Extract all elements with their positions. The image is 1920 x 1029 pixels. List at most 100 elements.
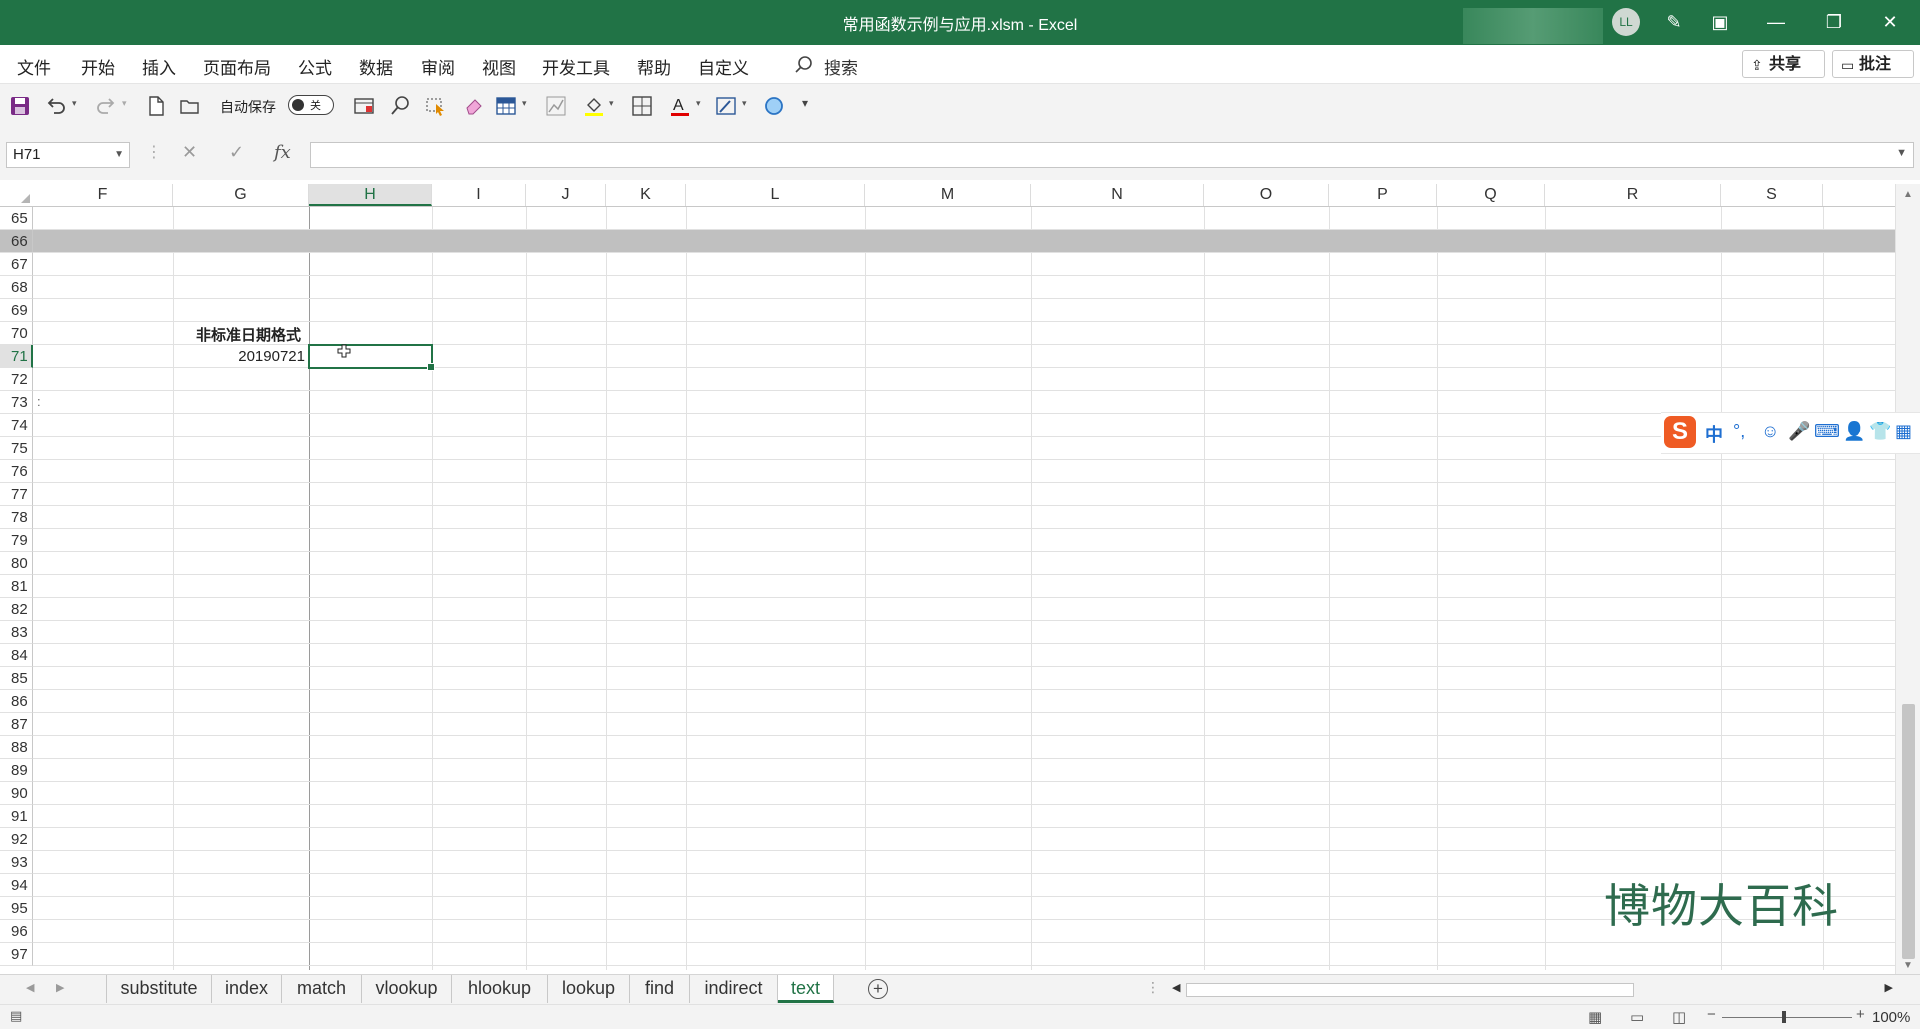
table-icon[interactable] [494,94,518,118]
tab-data[interactable]: 数据 [359,54,393,79]
cell-G71[interactable]: 20190721 [238,348,305,365]
save-icon[interactable] [8,94,32,118]
page-break-view-icon[interactable]: ◫ [1672,1008,1686,1026]
row-header-72[interactable]: 72 [0,368,33,391]
column-header-Q[interactable]: Q [1437,184,1545,206]
row-header-93[interactable]: 93 [0,851,33,874]
column-header-G[interactable]: G [173,184,309,206]
page-layout-view-icon[interactable]: ▭ [1630,1008,1644,1026]
vertical-scroll-thumb[interactable] [1902,704,1915,959]
close-button[interactable]: ✕ [1862,0,1918,45]
zoom-level[interactable]: 100% [1872,1009,1910,1026]
select-objects-icon[interactable] [424,94,448,118]
minimize-button[interactable]: — [1748,0,1804,45]
column-header-F[interactable]: F [33,184,173,206]
share-button[interactable]: ⇪ 共享 [1742,50,1825,78]
row-header-83[interactable]: 83 [0,621,33,644]
redo-icon[interactable] [94,94,118,118]
sheet-tab-match[interactable]: match [282,975,362,1003]
column-header-I[interactable]: I [432,184,526,206]
row-header-67[interactable]: 67 [0,253,33,276]
sheet-tab-find[interactable]: find [630,975,690,1003]
row-header-70[interactable]: 70 [0,322,33,345]
customize-qat-icon[interactable]: ▾ [802,96,808,110]
tab-developer[interactable]: 开发工具 [542,54,610,79]
scroll-left-icon[interactable]: ◀ [1172,981,1180,994]
row-header-97[interactable]: 97 [0,943,33,966]
fill-color-icon[interactable] [582,94,606,118]
drag-handle-icon[interactable]: ⋮ [146,142,162,162]
row-header-69[interactable]: 69 [0,299,33,322]
macro-record-icon[interactable]: ▤ [10,1008,22,1024]
row-header-76[interactable]: 76 [0,460,33,483]
ime-mode-chinese[interactable]: 中 [1705,421,1723,447]
normal-view-icon[interactable]: ▦ [1588,1008,1602,1026]
select-all-button[interactable] [0,184,33,206]
circle-icon[interactable] [762,94,786,118]
row-header-77[interactable]: 77 [0,483,33,506]
row-header-79[interactable]: 79 [0,529,33,552]
microphone-icon[interactable]: 🎤 [1788,421,1810,442]
zoom-out-button[interactable]: − [1707,1006,1716,1023]
column-header-J[interactable]: J [526,184,606,206]
sheet-tab-indirect[interactable]: indirect [690,975,778,1003]
sogou-logo[interactable]: S [1664,416,1696,448]
cell-style-dropdown-icon[interactable]: ▾ [742,98,747,109]
formula-input[interactable]: ▼ [310,142,1914,168]
tab-page-layout[interactable]: 页面布局 [203,54,271,79]
tab-home[interactable]: 开始 [81,54,115,79]
vertical-scrollbar[interactable]: ▲ ▼ [1895,184,1920,974]
row-header-80[interactable]: 80 [0,552,33,575]
insert-function-button[interactable]: fx [274,142,291,163]
cancel-formula-button[interactable]: ✕ [182,142,197,163]
tab-help[interactable]: 帮助 [637,54,671,79]
borders-icon[interactable] [630,94,654,118]
tab-review[interactable]: 审阅 [421,54,455,79]
scroll-right-icon[interactable]: ▶ [1885,981,1893,994]
font-color-icon[interactable]: A [668,94,692,118]
cell-G70[interactable]: 非标准日期格式 [196,324,301,345]
tab-file[interactable]: 文件 [17,54,51,79]
cell-style-icon[interactable] [714,94,738,118]
font-color-dropdown-icon[interactable]: ▾ [696,98,701,109]
column-header-P[interactable]: P [1329,184,1437,206]
row-header-88[interactable]: 88 [0,736,33,759]
enter-formula-button[interactable]: ✓ [229,142,244,163]
row-header-85[interactable]: 85 [0,667,33,690]
zoom-slider[interactable] [1722,1011,1852,1023]
expand-formula-icon[interactable]: ▼ [1896,147,1907,159]
scroll-up-icon[interactable]: ▲ [1903,189,1913,200]
row-header-94[interactable]: 94 [0,874,33,897]
toolbox-icon[interactable]: ▦ [1895,421,1912,442]
row-header-87[interactable]: 87 [0,713,33,736]
zoom-in-button[interactable]: + [1856,1006,1865,1023]
user-avatar[interactable]: LL [1612,8,1640,36]
open-file-icon[interactable] [178,94,202,118]
sheet-tab-text[interactable]: text [778,975,834,1003]
autosave-toggle[interactable]: 关 [288,95,334,115]
redo-dropdown-icon[interactable]: ▾ [122,98,127,109]
row-header-84[interactable]: 84 [0,644,33,667]
row-header-66[interactable]: 66 [0,230,33,253]
row-header-89[interactable]: 89 [0,759,33,782]
row-header-82[interactable]: 82 [0,598,33,621]
sheet-tab-vlookup[interactable]: vlookup [362,975,452,1003]
tab-customize[interactable]: 自定义 [698,54,749,79]
chart-icon[interactable] [544,94,568,118]
tab-formulas[interactable]: 公式 [298,54,332,79]
sheet-tab-hlookup[interactable]: hlookup [452,975,548,1003]
undo-dropdown-icon[interactable]: ▾ [72,98,77,109]
user-icon[interactable]: 👤 [1843,421,1865,442]
chevron-down-icon[interactable]: ▼ [114,143,124,167]
scroll-down-icon[interactable]: ▼ [1903,960,1913,971]
row-header-71[interactable]: 71 [0,345,33,368]
row-header-81[interactable]: 81 [0,575,33,598]
zoom-slider-knob[interactable] [1782,1011,1786,1023]
restore-button[interactable]: ❐ [1806,0,1862,45]
sheet-tab-lookup[interactable]: lookup [548,975,630,1003]
horizontal-scrollbar[interactable]: ◀ ▶ [1170,981,1895,999]
row-header-74[interactable]: 74 [0,414,33,437]
form-icon[interactable] [352,94,376,118]
row-header-68[interactable]: 68 [0,276,33,299]
fill-handle[interactable] [427,363,435,371]
